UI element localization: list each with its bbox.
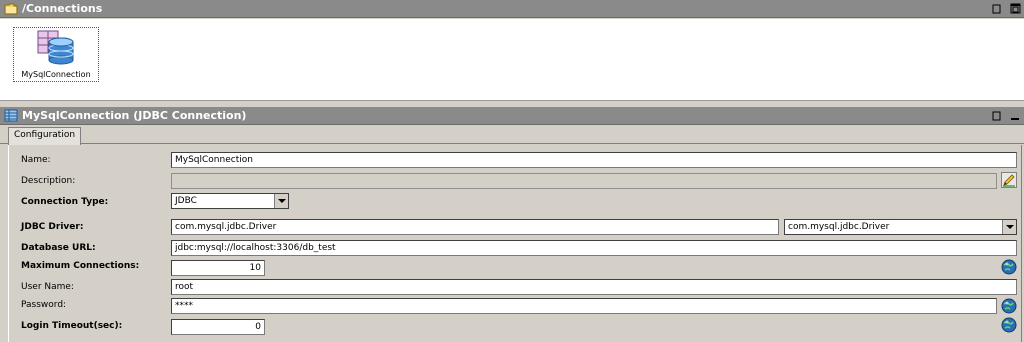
configuration-form: Name: MySqlConnection Description: Conne…	[8, 145, 1022, 342]
globe-icon[interactable]	[1001, 298, 1017, 314]
chevron-down-icon[interactable]	[274, 194, 288, 208]
database-url-label: Database URL:	[21, 243, 96, 253]
folder-icon	[4, 3, 18, 15]
login-timeout-label: Login Timeout(sec):	[21, 321, 123, 331]
login-timeout-field[interactable]: 0	[171, 319, 265, 335]
jdbc-driver-label: JDBC Driver:	[21, 222, 84, 232]
name-label: Name:	[21, 155, 51, 165]
chevron-down-icon[interactable]	[1002, 220, 1016, 234]
connection-item-mysqlconnection[interactable]: MySqlConnection	[13, 27, 99, 82]
edit-pencil-icon[interactable]	[1001, 172, 1017, 188]
connections-title: /Connections	[22, 2, 103, 15]
database-url-field[interactable]: jdbc:mysql://localhost:3306/db_test	[171, 240, 1017, 256]
restore-icon[interactable]	[992, 110, 1003, 121]
detail-titlebar: MySqlConnection (JDBC Connection)	[0, 107, 1024, 125]
user-name-field[interactable]: root	[171, 279, 1017, 295]
connection-item-label: MySqlConnection	[21, 70, 91, 79]
description-label: Description:	[21, 176, 76, 186]
table-icon	[4, 109, 18, 122]
max-connections-field[interactable]: 10	[171, 260, 265, 276]
password-label: Password:	[21, 300, 67, 310]
user-name-label: User Name:	[21, 282, 74, 292]
globe-icon[interactable]	[1001, 259, 1017, 275]
connection-type-label: Connection Type:	[21, 197, 109, 207]
jdbc-driver-field[interactable]: com.mysql.jdbc.Driver	[171, 219, 779, 235]
restore-icon[interactable]	[992, 3, 1003, 14]
jdbc-driver-select-value: com.mysql.jdbc.Driver	[788, 222, 890, 232]
description-field[interactable]	[171, 173, 997, 189]
database-icon	[37, 30, 74, 65]
jdbc-driver-select[interactable]: com.mysql.jdbc.Driver	[784, 219, 1017, 235]
max-connections-label: Maximum Connections:	[21, 261, 140, 271]
connections-titlebar: /Connections	[0, 0, 1024, 18]
minimize-icon[interactable]	[1010, 110, 1021, 121]
detail-title: MySqlConnection (JDBC Connection)	[22, 109, 247, 122]
maximize-icon[interactable]	[1010, 3, 1021, 14]
tab-configuration[interactable]: Configuration	[8, 127, 82, 145]
name-field[interactable]: MySqlConnection	[171, 152, 1017, 168]
connection-type-select[interactable]: JDBC	[171, 193, 289, 209]
tab-strip: Configuration	[0, 126, 1024, 145]
password-field[interactable]: ****	[171, 298, 997, 314]
connection-type-value: JDBC	[175, 196, 197, 206]
connections-list: MySqlConnection	[0, 19, 1024, 101]
globe-icon[interactable]	[1001, 317, 1017, 333]
